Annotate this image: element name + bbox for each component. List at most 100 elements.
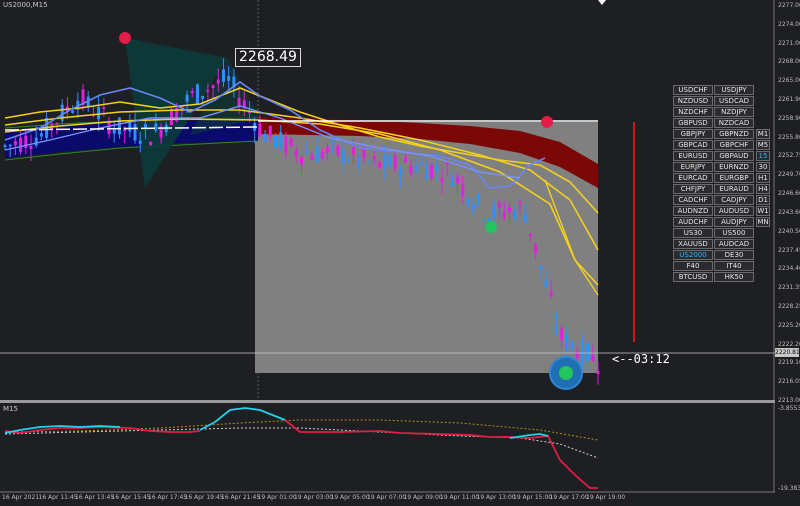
timeframe-button-h4[interactable]: H4: [756, 184, 770, 194]
symbol-button-audusd[interactable]: AUDUSD: [714, 206, 754, 216]
symbol-button-de30[interactable]: DE30: [714, 250, 754, 260]
candle-body: [430, 165, 434, 179]
candle-body: [211, 85, 215, 88]
candle-body: [378, 162, 382, 168]
candle-body: [466, 198, 470, 205]
symbol-button-nzdjpy[interactable]: NZDJPY: [714, 107, 754, 117]
candle-body: [414, 165, 418, 172]
symbol-button-it40[interactable]: IT40: [714, 261, 754, 271]
price-axis-label: 2271.00: [778, 39, 800, 47]
time-axis-label: 19 Apr 15:00: [513, 494, 553, 501]
candle-body: [570, 341, 574, 349]
symbol-button-gbpusd[interactable]: GBPUSD: [673, 118, 713, 128]
timeframe-button-h1[interactable]: H1: [756, 173, 770, 183]
candle-body: [55, 123, 59, 125]
symbol-button-us30[interactable]: US30: [673, 228, 713, 238]
symbol-button-eurgbp[interactable]: EURGBP: [714, 173, 754, 183]
candle-body: [279, 132, 283, 148]
price-axis-label: 2231.35: [778, 284, 800, 292]
symbol-button-gbpaud[interactable]: GBPAUD: [714, 151, 754, 161]
symbol-button-nzdchf[interactable]: NZDCHF: [673, 107, 713, 117]
scroll-marker-icon[interactable]: [598, 0, 606, 5]
symbol-button-f40[interactable]: F40: [673, 261, 713, 271]
candle-body: [497, 202, 501, 209]
candle-body: [591, 355, 595, 362]
timeframe-button-30[interactable]: 30: [756, 162, 770, 172]
price-axis-label: 2237.45: [778, 246, 800, 254]
symbol-button-audchf[interactable]: AUDCHF: [673, 217, 713, 227]
symbol-button-gbpnzd[interactable]: GBPNZD: [714, 129, 754, 139]
candle-body: [102, 107, 106, 109]
symbol-button-euraud[interactable]: EURAUD: [714, 184, 754, 194]
price-axis-label: 2265.00: [778, 77, 800, 85]
candle-body: [320, 151, 324, 159]
symbol-button-gbpjpy[interactable]: GBPJPY: [673, 129, 713, 139]
timeframe-button-15[interactable]: 15: [756, 151, 770, 161]
symbol-button-gbpcad[interactable]: GBPCAD: [673, 140, 713, 150]
candle-body: [341, 148, 345, 164]
price-axis-label: 2277.00: [778, 2, 800, 9]
timeframe-button-m5[interactable]: M5: [756, 140, 770, 150]
symbol-button-nzdusd[interactable]: NZDUSD: [673, 96, 713, 106]
price-axis-label: 2274.00: [778, 20, 800, 28]
candle-body: [138, 140, 142, 144]
symbol-button-audnzd[interactable]: AUDNZD: [673, 206, 713, 216]
symbol-button-nzdcad[interactable]: NZDCAD: [714, 118, 754, 128]
symbol-button-xauusd[interactable]: XAUUSD: [673, 239, 713, 249]
symbol-button-audcad[interactable]: AUDCAD: [714, 239, 754, 249]
timeframe-button-d1[interactable]: D1: [756, 195, 770, 205]
timeframe-button-m1[interactable]: M1: [756, 129, 770, 139]
symbol-button-cadchf[interactable]: CADCHF: [673, 195, 713, 205]
symbol-button-gbpchf[interactable]: GBPCHF: [714, 140, 754, 150]
indicator-axis-label: -19.3833: [778, 485, 800, 492]
candle-body: [273, 135, 277, 148]
symbol-button-eurnzd[interactable]: EURNZD: [714, 162, 754, 172]
price-axis-label: 2249.70: [778, 171, 800, 179]
candle-body: [29, 145, 33, 150]
candle-body: [435, 164, 439, 171]
candle-body: [398, 168, 402, 177]
time-axis-label: 19 Apr 07:00: [367, 494, 407, 501]
candle-body: [242, 100, 246, 107]
symbol-button-cadjpy[interactable]: CADJPY: [714, 195, 754, 205]
symbol-button-hk50[interactable]: HK50: [714, 272, 754, 282]
candle-body: [201, 96, 205, 99]
bar-countdown: <--03:12: [612, 352, 670, 366]
price-axis-label: 2243.60: [778, 208, 800, 216]
candle-body: [508, 207, 512, 213]
candle-body: [471, 204, 475, 210]
candle-body: [440, 178, 444, 183]
symbol-button-usdcad[interactable]: USDCAD: [714, 96, 754, 106]
timeframe-button-w1[interactable]: W1: [756, 206, 770, 216]
candle-body: [300, 156, 303, 165]
candle-body: [117, 117, 121, 135]
time-axis-label: 19 Apr 11:00: [440, 494, 480, 501]
symbol-button-btcusd[interactable]: BTCUSD: [673, 272, 713, 282]
candle-body: [544, 280, 548, 288]
symbol-button-usdchf[interactable]: USDCHF: [673, 85, 713, 95]
symbol-button-us2000[interactable]: US2000: [673, 250, 713, 260]
subwindow-separator: [0, 400, 775, 403]
time-axis-label: 16 Apr 11:45: [38, 494, 78, 501]
candle-body: [404, 157, 408, 163]
chart-symbol-title: US2000,M15: [3, 1, 48, 9]
candle-body: [336, 145, 340, 155]
oscillator-panel: [4, 407, 599, 489]
chart-window: US2000,M15 M15 2268.49 <--03:12 2220.81 …: [0, 0, 800, 506]
candle-body: [523, 213, 527, 223]
timeframe-button-mn[interactable]: MN: [756, 217, 770, 227]
candle-body: [554, 324, 558, 327]
candle-body: [456, 177, 460, 184]
sell-signal-dot-2: [541, 116, 553, 128]
candle-body: [149, 142, 153, 146]
symbol-button-usdjpy[interactable]: USDJPY: [714, 85, 754, 95]
symbol-button-eurcad[interactable]: EURCAD: [673, 173, 713, 183]
symbol-button-eurusd[interactable]: EURUSD: [673, 151, 713, 161]
symbol-button-chfjpy[interactable]: CHFJPY: [673, 184, 713, 194]
symbol-button-us500[interactable]: US500: [714, 228, 754, 238]
symbol-button-audjpy[interactable]: AUDJPY: [714, 217, 754, 227]
candle-body: [575, 351, 579, 359]
price-axis-label: 2222.20: [778, 340, 800, 348]
candle-body: [169, 108, 173, 126]
symbol-button-eurjpy[interactable]: EURJPY: [673, 162, 713, 172]
